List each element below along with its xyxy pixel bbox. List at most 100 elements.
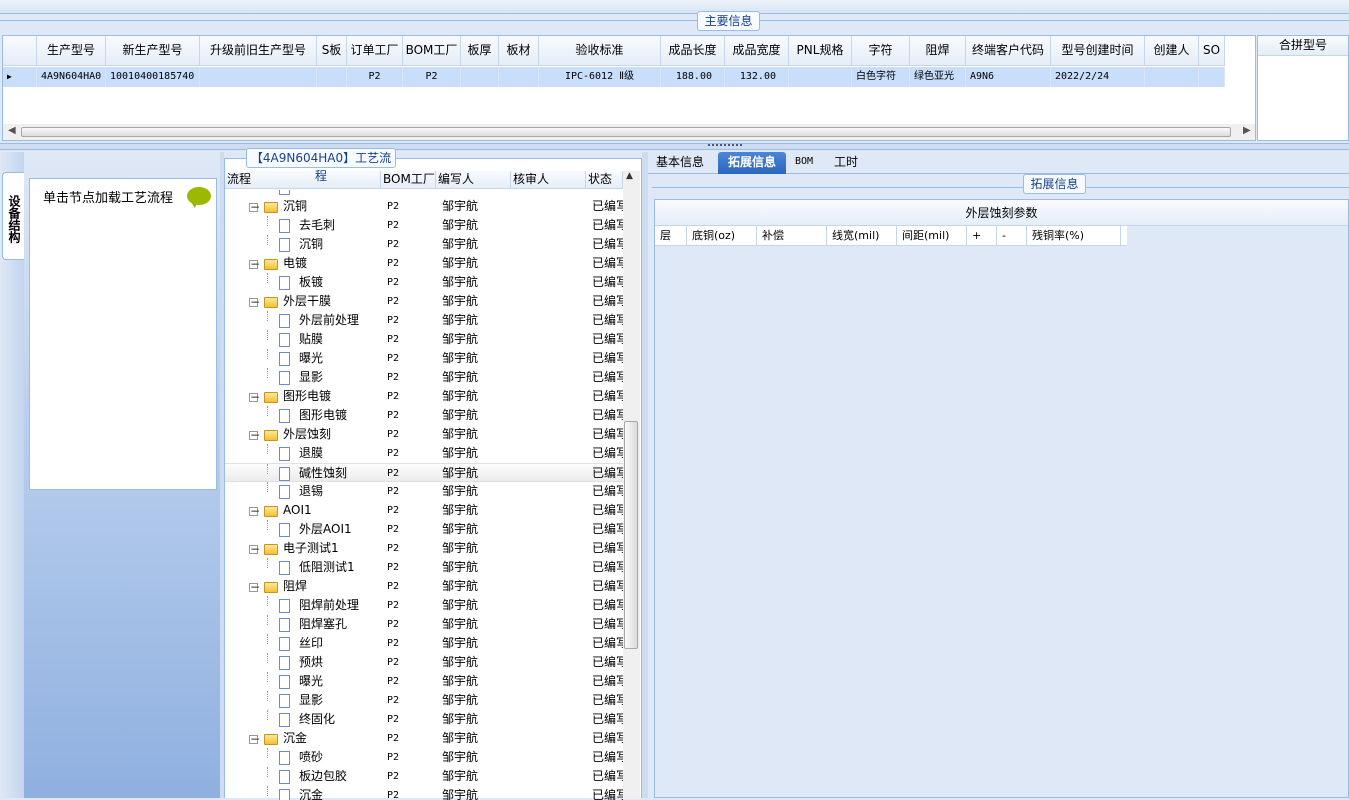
tree-row[interactable]: 贴膜 P2 邹宇航 已编写: [225, 330, 623, 349]
grid-cell[interactable]: IPC-6012 Ⅱ级: [539, 67, 661, 87]
grid-column-header[interactable]: S板: [317, 36, 347, 65]
main-info-grid[interactable]: 生产型号 新生产型号 升级前旧生产型号 S板 订单工厂 BOM工厂 板厚 板材 验收标准 成品长度…: [2, 35, 1256, 141]
etching-params-grid[interactable]: 外层蚀刻参数 层底铜(oz) 补偿 线宽(mil) 间距(mil) + - 残铜率(%): [654, 199, 1349, 798]
grid-column-header[interactable]: PNL规格: [789, 36, 852, 65]
tree-row[interactable]: 图形电镀 P2 邹宇航 已编写: [225, 406, 623, 425]
grid-cell[interactable]: [200, 67, 317, 87]
grid-cell[interactable]: 10010400185740: [106, 67, 200, 87]
horizontal-scrollbar[interactable]: ◀ ▶: [3, 124, 1255, 140]
grid-column-header[interactable]: 订单工厂: [347, 36, 403, 65]
tab-equipment-structure[interactable]: 设备结构: [2, 172, 24, 260]
grid-column-header[interactable]: 板厚: [461, 36, 499, 65]
etching-column-header[interactable]: 补偿: [757, 226, 827, 245]
tab-basic-info[interactable]: 基本信息: [652, 152, 708, 174]
tree-row[interactable]: 丝印 P2 邹宇航 已编写: [225, 634, 623, 653]
tree-row[interactable]: 曝光 P2 邹宇航 已编写: [225, 672, 623, 691]
grid-cell[interactable]: 白色字符: [852, 67, 910, 87]
merge-model-panel[interactable]: 合拼型号: [1257, 35, 1349, 141]
expand-collapse-icon[interactable]: −: [249, 296, 260, 308]
tree-row[interactable]: 预烘 P2 邹宇航 已编写: [225, 653, 623, 672]
scroll-right-arrow-icon[interactable]: ▶: [1243, 125, 1251, 136]
tree-row[interactable]: 喷砂 P2 邹宇航 已编写: [225, 748, 623, 767]
tree-row[interactable]: 退膜 P2 邹宇航 已编写: [225, 444, 623, 463]
grid-column-header[interactable]: 新生产型号: [106, 36, 200, 65]
tree-row[interactable]: − 电镀 P2 邹宇航 已编写: [225, 254, 623, 273]
grid-column-header[interactable]: 创建人: [1145, 36, 1199, 65]
grid-cell[interactable]: A9N6: [966, 67, 1051, 87]
grid-cell[interactable]: 188.00: [661, 67, 725, 87]
horizontal-splitter[interactable]: [0, 143, 1349, 150]
tree-row[interactable]: − 电子测试1 P2 邹宇航 已编写: [225, 539, 623, 558]
tab-work-hours[interactable]: 工时: [830, 152, 862, 174]
grid-cell[interactable]: 4A9N604HA0: [37, 67, 106, 87]
grid-column-header[interactable]: 验收标准: [539, 36, 661, 65]
grid-cell[interactable]: 绿色亚光: [910, 67, 966, 87]
tree-row[interactable]: 退锡 P2 邹宇航 已编写: [225, 482, 623, 501]
tree-row[interactable]: 板边包胶 P2 邹宇航 已编写: [225, 767, 623, 786]
tree-column-header[interactable]: 核审人: [511, 171, 586, 188]
expand-collapse-icon[interactable]: −: [249, 733, 260, 745]
splitter-grip-icon[interactable]: [708, 144, 742, 148]
grid-column-header[interactable]: SO: [1199, 36, 1225, 65]
tree-row[interactable]: 板镀 P2 邹宇航 已编写: [225, 273, 623, 292]
grid-cell[interactable]: 132.00: [725, 67, 789, 87]
grid-cell[interactable]: [499, 67, 539, 87]
tree-vertical-scrollbar[interactable]: ▲: [623, 171, 640, 799]
tree-column-header[interactable]: 流程: [225, 171, 381, 188]
tree-row[interactable]: [225, 190, 623, 197]
tree-row[interactable]: 碱性蚀刻 P2 邹宇航 已编写: [225, 463, 623, 482]
grid-cell[interactable]: [1199, 67, 1225, 87]
tree-row[interactable]: 外层前处理 P2 邹宇航 已编写: [225, 311, 623, 330]
tree-column-header[interactable]: 编写人: [436, 171, 511, 188]
expand-collapse-icon[interactable]: −: [249, 201, 260, 213]
tree-row[interactable]: − 沉金 P2 邹宇航 已编写: [225, 729, 623, 748]
tree-scroll-thumb[interactable]: [624, 421, 638, 649]
grid-cell[interactable]: [789, 67, 852, 87]
tab-bom[interactable]: BOM: [792, 152, 816, 174]
expand-collapse-icon[interactable]: −: [249, 581, 260, 593]
node-hint-box[interactable]: 单击节点加载工艺流程: [29, 178, 217, 490]
etching-column-header[interactable]: 层: [655, 226, 687, 245]
grid-column-header[interactable]: 字符: [852, 36, 910, 65]
scroll-left-arrow-icon[interactable]: ◀: [8, 125, 16, 136]
etching-column-header[interactable]: 残铜率(%): [1027, 226, 1121, 245]
tree-row[interactable]: − 沉铜 P2 邹宇航 已编写: [225, 197, 623, 216]
expand-collapse-icon[interactable]: −: [249, 391, 260, 403]
tree-row[interactable]: 去毛刺 P2 邹宇航 已编写: [225, 216, 623, 235]
expand-collapse-icon[interactable]: −: [249, 505, 260, 517]
grid-column-header[interactable]: 成品宽度: [725, 36, 789, 65]
center-vertical-splitter[interactable]: [642, 152, 648, 798]
grid-cell[interactable]: 2022/2/24: [1051, 67, 1145, 87]
grid-cell[interactable]: P2: [403, 67, 461, 87]
tree-row[interactable]: − 外层蚀刻 P2 邹宇航 已编写: [225, 425, 623, 444]
tree-row[interactable]: − 图形电镀 P2 邹宇航 已编写: [225, 387, 623, 406]
expand-collapse-icon[interactable]: −: [249, 258, 260, 270]
grid-column-header[interactable]: BOM工厂: [403, 36, 461, 65]
grid-cell[interactable]: [461, 67, 499, 87]
tree-row[interactable]: 阻焊塞孔 P2 邹宇航 已编写: [225, 615, 623, 634]
tree-row[interactable]: − AOI1 P2 邹宇航 已编写: [225, 501, 623, 520]
tree-row[interactable]: 沉铜 P2 邹宇航 已编写: [225, 235, 623, 254]
expand-collapse-icon[interactable]: −: [249, 543, 260, 555]
grid-column-header[interactable]: 成品长度: [661, 36, 725, 65]
tree-row[interactable]: 阻焊前处理 P2 邹宇航 已编写: [225, 596, 623, 615]
grid-column-header[interactable]: 生产型号: [37, 36, 106, 65]
tree-row[interactable]: 外层AOI1 P2 邹宇航 已编写: [225, 520, 623, 539]
etching-column-header[interactable]: 间距(mil): [897, 226, 967, 245]
horizontal-scroll-thumb[interactable]: [21, 127, 1231, 137]
grid-cell[interactable]: [1145, 67, 1199, 87]
grid-cell[interactable]: [317, 67, 347, 87]
grid-column-header[interactable]: 型号创建时间: [1051, 36, 1145, 65]
grid-column-header[interactable]: 升级前旧生产型号: [200, 36, 317, 65]
scroll-up-arrow-icon[interactable]: ▲: [626, 171, 633, 181]
grid-column-header[interactable]: 终端客户代码: [966, 36, 1051, 65]
expand-collapse-icon[interactable]: −: [249, 429, 260, 441]
grid-cell[interactable]: P2: [347, 67, 403, 87]
tree-row[interactable]: 显影 P2 邹宇航 已编写: [225, 368, 623, 387]
tree-column-header[interactable]: BOM工厂: [381, 171, 436, 188]
tree-row[interactable]: − 外层干膜 P2 邹宇航 已编写: [225, 292, 623, 311]
tree-row[interactable]: 显影 P2 邹宇航 已编写: [225, 691, 623, 710]
grid-column-header[interactable]: 阻焊: [910, 36, 966, 65]
tree-row[interactable]: 终固化 P2 邹宇航 已编写: [225, 710, 623, 729]
tab-extended-info[interactable]: 拓展信息: [718, 152, 786, 174]
